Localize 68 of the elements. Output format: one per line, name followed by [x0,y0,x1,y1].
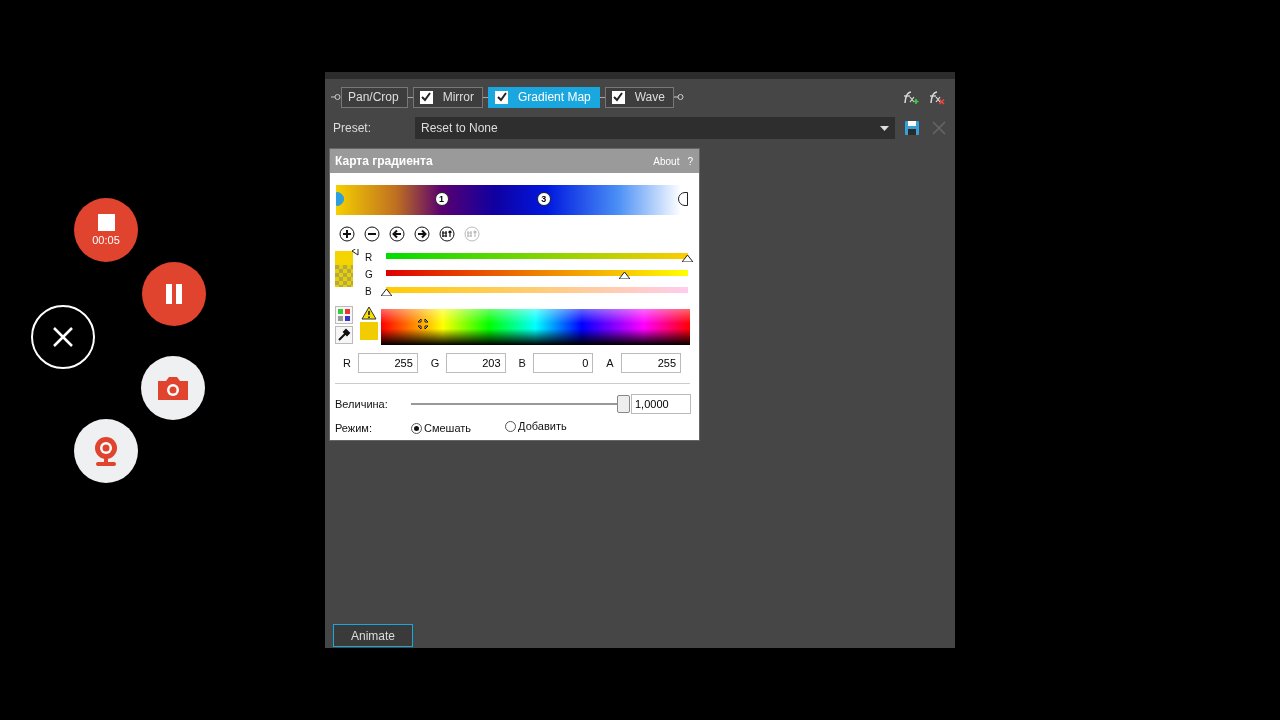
color-swatch-icon [335,249,359,289]
gradient-stop[interactable]: 1 [434,192,449,206]
stop-icon [97,214,115,231]
eyedropper-button[interactable] [335,326,353,344]
crosshair-icon [416,317,430,331]
warning-icon [361,306,377,320]
field-label: A [606,357,615,369]
amount-slider[interactable] [411,395,629,413]
palette-button[interactable] [335,306,353,324]
channel-label: G [365,269,374,280]
value-field[interactable]: 0 [533,353,594,373]
value-field[interactable]: 255 [621,353,681,373]
effect-tab[interactable]: Pan/Crop [341,86,408,108]
gradient-stop[interactable] [678,192,688,206]
camera-icon [156,375,190,401]
slider-thumb-icon[interactable] [682,254,693,262]
eyedropper-icon [337,328,351,342]
close-icon [52,326,74,348]
field-label: R [343,357,352,369]
distribute-button[interactable] [439,226,455,242]
color-spectrum[interactable] [381,309,690,345]
animate-button[interactable]: Animate [333,624,413,647]
remove-stop-button[interactable] [364,226,380,242]
close-button[interactable] [31,305,95,369]
radio-label[interactable]: Добавить [518,420,567,432]
dropdown-arrow-icon [880,125,889,131]
slider-thumb-icon[interactable] [381,288,392,296]
add-stop-button[interactable] [339,226,355,242]
channel-label: R [365,252,374,263]
current-color-swatch [360,322,378,340]
move-right-button[interactable] [414,226,430,242]
amount-field[interactable]: 1,0000 [631,394,691,414]
minus-icon [364,226,380,242]
move-left-button[interactable] [389,226,405,242]
webcam-icon [92,435,120,467]
chain-end-icon [331,93,341,101]
effect-checkbox[interactable] [611,90,625,104]
effect-checkbox[interactable] [495,90,509,104]
arrow-left-icon [389,226,405,242]
timer-text: 00:05 [92,234,120,246]
preset-dropdown[interactable]: Reset to None [415,117,895,139]
stop-button[interactable]: 00:05 [74,198,138,262]
gradient-stop[interactable]: 3 [536,192,551,206]
field-label: B [518,357,527,369]
effect-tab[interactable]: Mirror [412,86,484,108]
pause-icon [163,283,185,305]
preset-label: Preset: [333,121,372,135]
delete-icon [932,121,946,135]
value-field[interactable]: 255 [357,353,418,373]
effect-tab[interactable]: Wave [604,86,674,108]
panel-title: Карта градиента [335,154,433,168]
channel-label: B [365,286,373,297]
radio-label[interactable]: Смешать [424,422,472,434]
field-label: G [430,357,441,369]
value-field[interactable]: 203 [445,353,506,373]
plus-icon [339,226,355,242]
fx-remove-icon [927,89,945,105]
palette-icon [337,308,351,322]
chain-end-icon [673,93,684,101]
slider-thumb-icon[interactable] [618,271,630,279]
arrow-right-icon [414,226,430,242]
amount-label: Величина: [335,398,389,410]
effect-checkbox[interactable] [419,90,433,104]
gradient-bar[interactable]: 1 3 [336,185,688,215]
save-icon [904,120,920,136]
slider-thumb[interactable] [617,395,630,413]
fx-add-icon [901,89,919,105]
mode-label: Режим: [335,422,373,434]
